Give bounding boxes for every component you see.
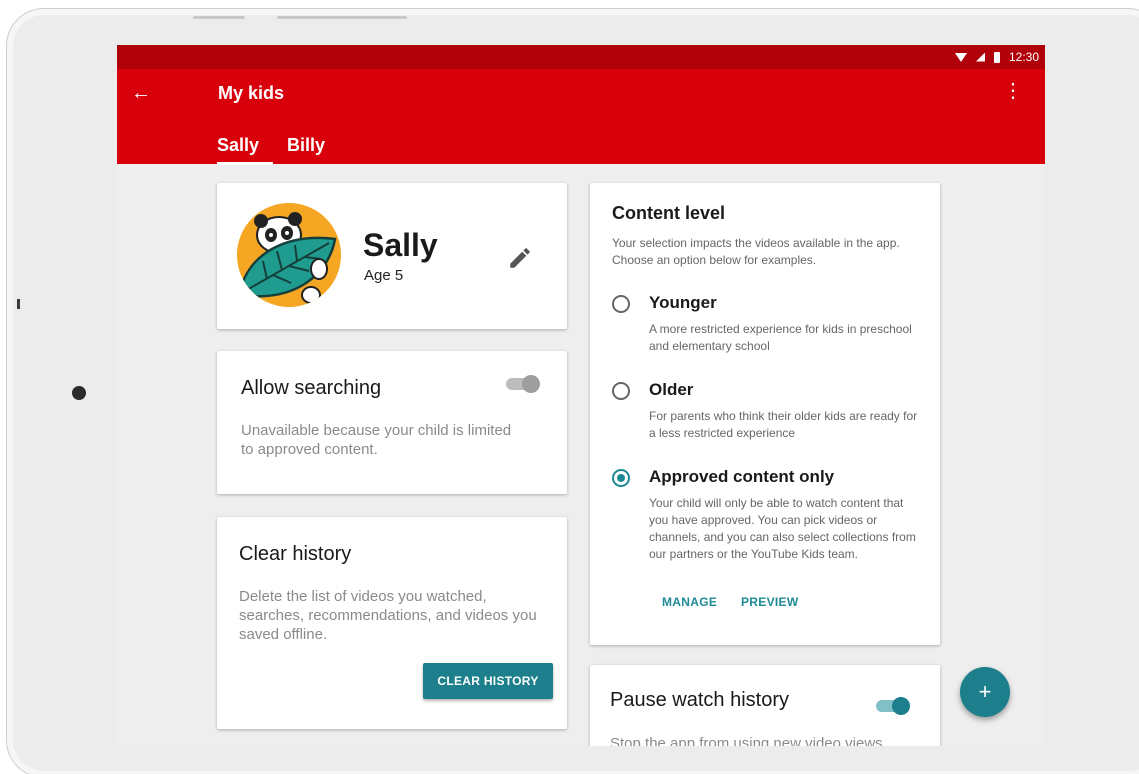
cell-signal-icon bbox=[975, 52, 985, 62]
radio-older[interactable] bbox=[612, 382, 630, 400]
screen: 12:30 ← My kids ⋮ Sally Billy Sally Age … bbox=[117, 45, 1045, 746]
side-mark bbox=[17, 299, 20, 309]
pencil-icon[interactable] bbox=[507, 245, 533, 271]
option-label: Older bbox=[649, 380, 694, 399]
tab-billy[interactable]: Billy bbox=[273, 135, 339, 165]
tab-sally[interactable]: Sally bbox=[217, 135, 274, 165]
option-label: Younger bbox=[649, 293, 717, 312]
camera-dot bbox=[72, 386, 86, 400]
wifi-icon bbox=[954, 52, 967, 62]
allow-searching-title: Allow searching bbox=[241, 377, 382, 399]
option-description: For parents who think their older kids a… bbox=[649, 409, 918, 440]
add-kid-button[interactable]: + bbox=[960, 667, 1010, 717]
profile-card: Sally Age 5 bbox=[217, 183, 567, 329]
power-button bbox=[277, 16, 407, 19]
manage-button[interactable]: MANAGE bbox=[662, 595, 717, 609]
kid-name: Sally bbox=[363, 227, 438, 263]
pause-watch-history-title: Pause watch history bbox=[610, 689, 789, 711]
pause-watch-history-toggle[interactable] bbox=[876, 697, 910, 715]
volume-button bbox=[193, 16, 245, 19]
page-title: My kids bbox=[218, 83, 285, 103]
status-bar: 12:30 bbox=[117, 45, 1045, 69]
clear-history-card: Clear history Delete the list of videos … bbox=[217, 517, 567, 729]
pause-watch-history-description: Stop the app from using new video views bbox=[610, 735, 883, 746]
more-vert-icon[interactable]: ⋮ bbox=[1003, 81, 1023, 101]
status-time: 12:30 bbox=[1008, 50, 1039, 64]
avatar bbox=[237, 203, 341, 307]
clear-history-description: Delete the list of videos you watched, s… bbox=[239, 588, 537, 643]
preview-button[interactable]: PREVIEW bbox=[741, 595, 798, 609]
kid-tabs: Sally Billy bbox=[217, 135, 339, 165]
radio-approved-only[interactable] bbox=[612, 469, 630, 487]
content-level-intro: Your selection impacts the videos availa… bbox=[612, 236, 900, 267]
allow-searching-toggle[interactable] bbox=[506, 375, 540, 393]
radio-younger[interactable] bbox=[612, 295, 630, 313]
arrow-left-icon[interactable]: ← bbox=[131, 83, 151, 103]
content-level-title: Content level bbox=[612, 203, 726, 223]
option-description: A more restricted experience for kids in… bbox=[649, 322, 912, 353]
option-label: Approved content only bbox=[649, 467, 835, 486]
clear-history-title: Clear history bbox=[239, 543, 352, 565]
pause-watch-history-card: Pause watch history Stop the app from us… bbox=[590, 665, 940, 746]
allow-searching-card: Allow searching Unavailable because your… bbox=[217, 351, 567, 494]
battery-icon bbox=[993, 51, 1000, 63]
allow-searching-description: Unavailable because your child is limite… bbox=[241, 422, 512, 458]
clear-history-button[interactable]: CLEAR HISTORY bbox=[423, 663, 553, 699]
option-description: Your child will only be able to watch co… bbox=[649, 496, 916, 561]
plus-icon: + bbox=[978, 679, 992, 704]
toggle-thumb bbox=[892, 697, 910, 715]
toggle-thumb bbox=[522, 375, 540, 393]
kid-age: Age 5 bbox=[364, 267, 404, 284]
content-level-card: Content level Your selection impacts the… bbox=[590, 183, 940, 645]
app-bar: ← My kids ⋮ Sally Billy bbox=[117, 69, 1045, 165]
